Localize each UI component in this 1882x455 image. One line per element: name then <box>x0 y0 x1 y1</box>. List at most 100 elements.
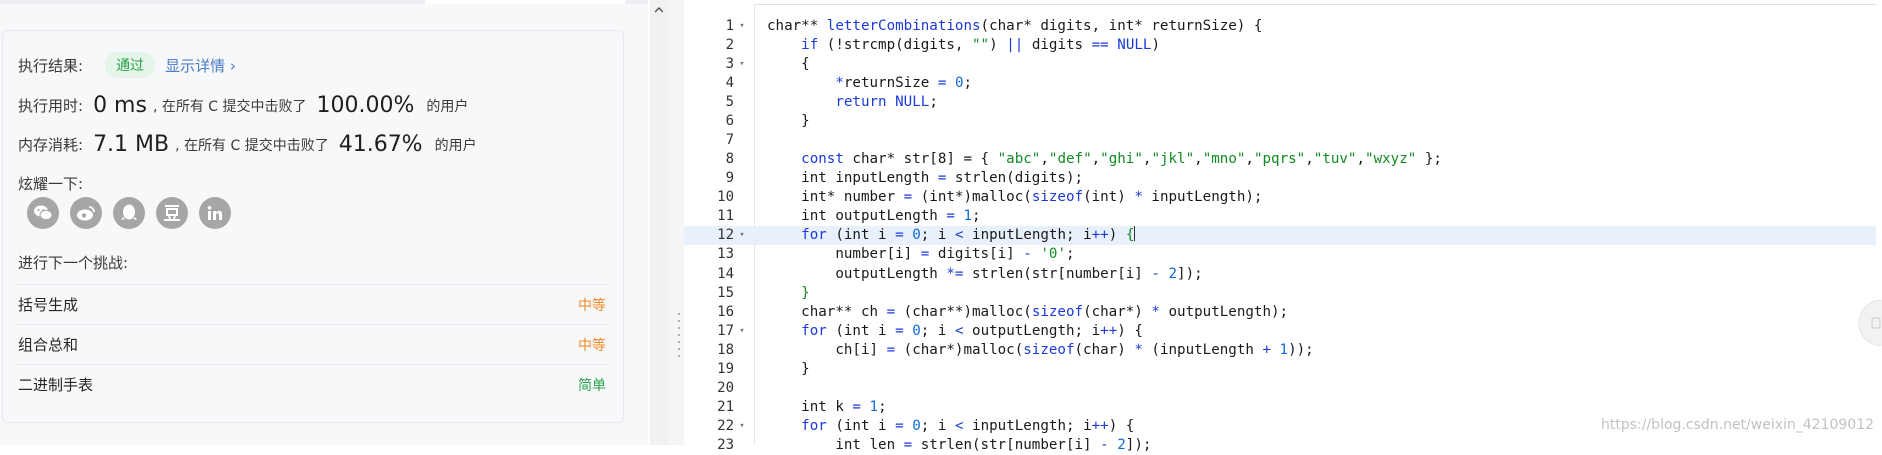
runtime-label: 执行用时: <box>18 97 84 115</box>
code-text: } <box>767 360 810 377</box>
share-buttons <box>27 197 231 229</box>
code-line[interactable]: 19 } <box>684 360 1876 379</box>
code-line[interactable]: 4 *returnSize = 0; <box>684 74 1876 93</box>
code-text: number[i] = digits[i] - '0'; <box>767 246 1075 263</box>
line-number: 6 <box>725 113 734 130</box>
code-text: *returnSize = 0; <box>835 75 973 92</box>
difficulty-badge: 中等 <box>578 337 606 354</box>
wechat-icon[interactable] <box>27 197 59 229</box>
code-line[interactable]: 20 <box>684 379 1876 398</box>
code-line[interactable]: 6 } <box>684 112 1876 131</box>
code-text: int inputLength = strlen(digits); <box>767 170 1084 187</box>
challenge-item[interactable]: 括号生成 中等 <box>18 284 606 324</box>
challenge-name: 组合总和 <box>18 336 79 354</box>
code-text: int outputLength = 1; <box>767 208 981 225</box>
code-line[interactable]: 16 char** ch = (char**)malloc(sizeof(cha… <box>684 303 1876 322</box>
pane-splitter[interactable] <box>668 0 684 445</box>
code-line[interactable]: 17 ▾ for (int i = 0; i < outputLength; i+… <box>684 322 1876 341</box>
code-text: int* number = (int*)malloc(sizeof(int) *… <box>767 189 1263 206</box>
line-number: 22 <box>717 417 734 434</box>
code-line[interactable]: 13 number[i] = digits[i] - '0'; <box>684 245 1876 264</box>
splitter-grip-dot <box>678 341 680 343</box>
fold-toggle-icon[interactable]: ▾ <box>736 417 748 436</box>
difficulty-badge: 简单 <box>578 377 606 394</box>
line-number: 13 <box>717 246 734 263</box>
challenge-name: 括号生成 <box>18 296 79 314</box>
weibo-icon[interactable] <box>70 197 102 229</box>
qq-icon[interactable] <box>113 197 145 229</box>
panel-scrollbar[interactable] <box>650 0 668 445</box>
runtime-value: 0 ms <box>93 93 147 118</box>
code-line[interactable]: 1 ▾ char** letterCombinations(char* digits… <box>684 17 1876 36</box>
line-number: 23 <box>717 436 734 453</box>
douban-icon[interactable] <box>156 197 188 229</box>
line-number: 4 <box>725 75 734 92</box>
share-label: 炫耀一下: <box>18 175 84 193</box>
code-line[interactable]: 23 int len = strlen(str[number[i] - 2]); <box>684 436 1876 455</box>
splitter-grip-dot <box>678 313 680 315</box>
scroll-up-arrow-icon[interactable] <box>655 6 663 14</box>
runtime-beat-text: , 在所有 C 提交中击败了 <box>152 98 307 115</box>
line-number: 14 <box>717 265 734 282</box>
memory-label: 内存消耗: <box>18 136 84 154</box>
challenge-item[interactable]: 组合总和 中等 <box>18 324 606 364</box>
code-text: } <box>767 113 810 130</box>
line-number: 1 <box>725 18 734 34</box>
fold-toggle-icon[interactable]: ▾ <box>736 226 748 245</box>
code-line[interactable]: 21 int k = 1; <box>684 398 1876 417</box>
line-number: 19 <box>717 360 734 377</box>
splitter-grip-dot <box>678 355 680 357</box>
code-text: return NULL; <box>835 94 938 111</box>
line-number: 9 <box>725 170 734 187</box>
memory-percent: 41.67% <box>338 132 423 157</box>
memory-row: 内存消耗: 7.1 MB , 在所有 C 提交中击败了 41.67% 的用户 <box>18 132 477 157</box>
challenge-name: 二进制手表 <box>18 376 94 394</box>
code-text: int len = strlen(str[number[i] - 2]); <box>767 436 1152 453</box>
code-line[interactable]: 7 <box>684 131 1876 150</box>
text-cursor <box>1134 226 1136 242</box>
linkedin-icon[interactable] <box>199 197 231 229</box>
line-number: 3 <box>725 56 734 73</box>
line-number: 21 <box>717 398 734 415</box>
code-line[interactable]: 11 int outputLength = 1; <box>684 207 1876 226</box>
code-text: for (int i = 0; i < inputLength; i++) { <box>801 417 1135 434</box>
side-panel-toggle-icon[interactable] <box>1858 300 1882 346</box>
panel-active-tab[interactable] <box>425 0 625 4</box>
code-line[interactable]: 5 return NULL; <box>684 93 1876 112</box>
code-text: char** letterCombinations(char* digits, … <box>767 18 1263 34</box>
line-number: 11 <box>717 208 734 225</box>
line-number: 15 <box>717 284 734 301</box>
code-line[interactable]: 8 const char* str[8] = { "abc","def","gh… <box>684 150 1876 169</box>
line-number: 8 <box>725 151 734 168</box>
code-line[interactable]: 3 ▾ { <box>684 55 1876 74</box>
challenge-item[interactable]: 二进制手表 简单 <box>18 364 606 404</box>
line-number: 5 <box>725 94 734 111</box>
fold-toggle-icon[interactable]: ▾ <box>736 17 748 36</box>
code-line[interactable]: 18 ch[i] = (char*)malloc(sizeof(char) * … <box>684 341 1876 360</box>
line-number: 18 <box>717 341 734 358</box>
code-text: int k = 1; <box>767 398 887 415</box>
splitter-grip-dot <box>678 327 680 329</box>
share-row: 炫耀一下: <box>18 173 83 194</box>
code-line[interactable]: 15 } <box>684 284 1876 303</box>
code-line[interactable]: 10 int* number = (int*)malloc(sizeof(int… <box>684 188 1876 207</box>
code-line[interactable]: 9 int inputLength = strlen(digits); <box>684 169 1876 188</box>
fold-toggle-icon[interactable]: ▾ <box>736 322 748 341</box>
splitter-grip-dot <box>678 320 680 322</box>
code-line[interactable]: 2 if (!strcmp(digits, "") || digits == N… <box>684 36 1876 55</box>
status-badge: 通过 <box>105 52 156 78</box>
memory-value: 7.1 MB <box>93 132 170 157</box>
code-line[interactable]: 12 ▾ for (int i = 0; i < inputLength; i++… <box>684 226 1876 246</box>
code-line[interactable]: 14 outputLength *= strlen(str[number[i] … <box>684 265 1876 284</box>
code-text: ch[i] = (char*)malloc(sizeof(char) * (in… <box>767 341 1314 358</box>
line-number: 16 <box>717 303 734 320</box>
code-text: const char* str[8] = { "abc","def","ghi"… <box>801 151 1442 168</box>
runtime-users-suffix: 的用户 <box>426 98 469 115</box>
result-row: 执行结果: 通过 显示详情 › <box>18 52 236 78</box>
result-label: 执行结果: <box>18 56 84 75</box>
show-details-link[interactable]: 显示详情 › <box>165 55 236 76</box>
fold-toggle-icon[interactable]: ▾ <box>736 55 748 74</box>
runtime-percent: 100.00% <box>316 93 415 118</box>
next-challenge-row: 进行下一个挑战: <box>18 252 128 273</box>
line-number: 20 <box>717 379 734 396</box>
